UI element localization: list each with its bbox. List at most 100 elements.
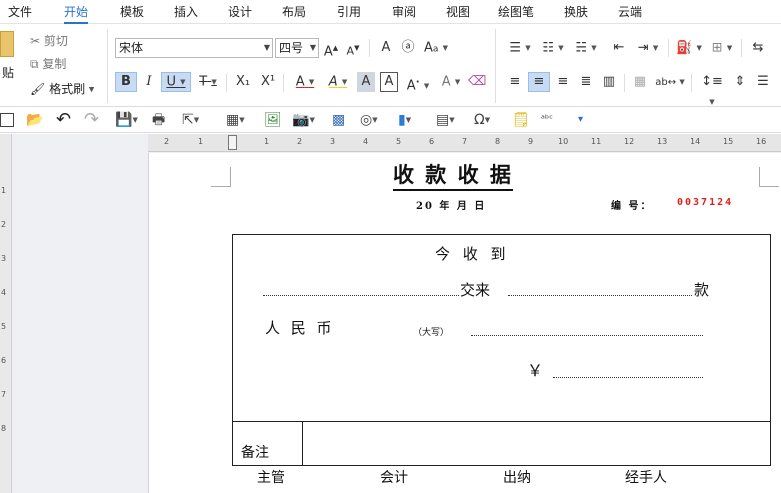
bullets-button[interactable]: ☰ ▼ <box>505 38 535 58</box>
insert-chart-grid-icon[interactable]: ▩ <box>332 110 345 130</box>
strikethrough-button[interactable]: T ▼ <box>194 72 222 92</box>
yen-sign: ￥ <box>527 361 544 380</box>
note-input-area[interactable] <box>305 424 765 464</box>
align-center-icon[interactable]: ≡ <box>528 72 550 92</box>
chart-button[interactable]: ▮▼ <box>398 110 411 130</box>
grow-font-button[interactable]: A▲ <box>322 38 340 59</box>
underline-button[interactable]: U ▼ <box>161 72 191 92</box>
decrease-indent-icon[interactable]: ⇤ <box>608 38 630 58</box>
align-right-icon[interactable]: ≡ <box>553 72 573 92</box>
text-effect-button[interactable]: A• ▼ <box>403 72 433 93</box>
align-left-icon[interactable]: ≡ <box>505 72 525 92</box>
brush-icon: 🖌 <box>30 82 46 96</box>
menu-cloud[interactable]: 云端 <box>618 0 642 24</box>
change-case-button[interactable]: Aa ▼ <box>421 38 451 58</box>
signature-handler: 经手人 <box>625 470 667 486</box>
indent-lines-icon[interactable]: ☰ <box>753 72 773 92</box>
menu-layout[interactable]: 布局 <box>282 0 306 24</box>
shapes-button[interactable]: ◎▼ <box>360 110 378 130</box>
format-painter-button[interactable]: 🖌 格式刷 ▼ <box>30 81 94 98</box>
open-folder-icon[interactable]: 📂 <box>26 110 43 130</box>
text-outline-button[interactable]: A ▼ <box>436 72 466 92</box>
borders-button[interactable]: ⊞ ▼ <box>707 38 737 58</box>
spellcheck-icon[interactable]: ᵃᵇᶜ <box>541 110 553 130</box>
divider <box>668 39 669 57</box>
increase-indent-button[interactable]: ⇥ ▼ <box>633 38 663 58</box>
phonetic-guide-button[interactable]: A <box>376 38 396 58</box>
insert-picture-icon[interactable]: 🖼 <box>264 110 282 130</box>
line-spacing-button[interactable]: ↕≡ ▼ <box>697 72 727 106</box>
cut-button[interactable]: ✂ 剪切 <box>30 33 68 49</box>
save-button[interactable]: 💾▼ <box>115 110 138 130</box>
menu-design[interactable]: 设计 <box>228 0 252 24</box>
justify-icon[interactable]: ≣ <box>576 72 596 92</box>
select-pointer-button[interactable]: ⇱▼ <box>182 110 199 130</box>
paragraph-spacing-icon[interactable]: ⇕ <box>730 72 750 92</box>
italic-button[interactable]: I <box>140 72 158 92</box>
clear-format-icon[interactable]: ⌫ <box>468 72 486 92</box>
enclose-character-button[interactable]: ⓐ <box>398 38 418 58</box>
ruler-tick: 1 <box>198 137 204 146</box>
print-icon[interactable]: 🖶 <box>152 110 165 130</box>
chinese-layout-icon[interactable]: ▦ <box>630 72 650 92</box>
superscript-button[interactable]: X¹ <box>257 72 279 92</box>
multilevel-list-button[interactable]: ☵ ▼ <box>571 38 601 58</box>
character-spacing-button[interactable]: ab↔ ▼ <box>654 72 686 92</box>
amount-number-blank[interactable] <box>553 377 703 378</box>
payment-purpose-blank[interactable] <box>508 295 692 296</box>
font-size-select[interactable]: 四号 ▼ <box>275 38 319 58</box>
subscript-button[interactable]: X₁ <box>232 72 254 92</box>
symbol-button[interactable]: Ω▼ <box>474 110 490 130</box>
receipt-number-label: 编 号： <box>611 201 653 212</box>
note-label: 备注 <box>241 445 269 461</box>
copy-button[interactable]: ⧉ 复制 <box>30 56 66 72</box>
multilevel-list-icon: ☵ <box>575 40 588 56</box>
menu-references[interactable]: 引用 <box>337 0 361 24</box>
receipt-number-value: 0037124 <box>677 197 734 208</box>
menu-skin[interactable]: 换肤 <box>564 0 588 24</box>
ruler-tick: 8 <box>495 137 501 146</box>
ruler-tick: 5 <box>1 322 7 331</box>
paste-icon[interactable] <box>0 31 14 57</box>
menu-bar: 文件 开始 模板 插入 设计 布局 引用 审阅 视图 绘图笔 换肤 云端 <box>0 0 781 24</box>
payer-blank[interactable] <box>263 295 459 296</box>
ruler-tick: 2 <box>1 220 7 229</box>
customize-toolbar-icon[interactable]: ▾ <box>578 110 583 130</box>
signature-cashier: 出纳 <box>503 470 531 486</box>
menu-review[interactable]: 审阅 <box>392 0 416 24</box>
menu-draw-pen[interactable]: 绘图笔 <box>498 0 534 24</box>
font-name-select[interactable]: 宋体 ▼ <box>115 38 273 58</box>
shrink-font-button[interactable]: A▼ <box>344 38 362 58</box>
ruler-tick: 1 <box>264 137 270 146</box>
textbox-button[interactable]: ▤▼ <box>436 110 455 130</box>
menu-file[interactable]: 文件 <box>8 0 32 24</box>
bold-button[interactable]: B <box>115 72 137 92</box>
font-color-button[interactable]: A ▼ <box>290 72 320 92</box>
menu-template[interactable]: 模板 <box>120 0 144 24</box>
sort-icon[interactable]: ⇆ <box>748 38 768 58</box>
indent-marker[interactable] <box>228 135 237 150</box>
screenshot-button[interactable]: 📷▼ <box>292 110 315 130</box>
paste-button[interactable]: 贴 <box>2 65 14 81</box>
ruler-tick: 3 <box>330 137 336 146</box>
character-shading-button[interactable]: A <box>357 72 375 92</box>
ruler-tick: 9 <box>528 137 534 146</box>
document-page[interactable]: 收 款 收 据 20 年 月 日 编 号： 0037124 今 收 到 交来 款… <box>148 153 781 493</box>
menu-view[interactable]: 视图 <box>446 0 470 24</box>
character-border-button[interactable]: A <box>380 72 398 92</box>
undo-icon[interactable]: ↶ <box>56 110 71 130</box>
insert-table-button[interactable]: ▦▼ <box>226 110 245 130</box>
shading-button[interactable]: ⛽ ▼ <box>674 38 704 58</box>
new-document-icon[interactable] <box>0 113 14 127</box>
amount-uppercase-blank[interactable] <box>471 335 703 336</box>
distribute-icon[interactable]: ▥ <box>599 72 619 92</box>
menu-insert[interactable]: 插入 <box>174 0 198 24</box>
sticky-note-icon[interactable]: 🗒 <box>512 110 530 130</box>
ruler-tick: 16 <box>756 137 767 146</box>
redo-icon[interactable]: ↷ <box>84 110 99 130</box>
numbering-button[interactable]: ☷ ▼ <box>538 38 568 58</box>
menu-home[interactable]: 开始 <box>64 0 89 24</box>
ruler-tick: 6 <box>1 356 7 365</box>
highlight-color-button[interactable]: A ▼ <box>323 72 353 92</box>
divider <box>741 39 742 57</box>
